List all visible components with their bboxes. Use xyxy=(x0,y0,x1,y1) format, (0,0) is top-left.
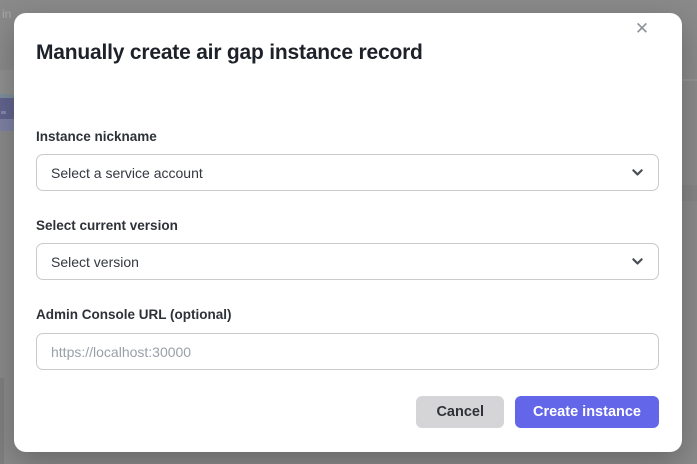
background-sidebar-subitem xyxy=(0,119,14,131)
cancel-button[interactable]: Cancel xyxy=(416,396,504,428)
background-right-band xyxy=(682,185,697,201)
create-air-gap-instance-modal: Manually create air gap instance record … xyxy=(14,13,682,452)
instance-nickname-label: Instance nickname xyxy=(36,129,157,144)
close-icon[interactable]: ✕ xyxy=(632,19,652,39)
background-left-strip xyxy=(0,378,4,464)
modal-button-row: Cancel Create instance xyxy=(416,396,659,428)
create-instance-button[interactable]: Create instance xyxy=(515,396,659,428)
chevron-down-icon xyxy=(631,166,644,179)
admin-console-url-label: Admin Console URL (optional) xyxy=(36,307,232,322)
modal-header: Manually create air gap instance record xyxy=(36,41,659,65)
background-sidebar-item xyxy=(0,98,14,119)
current-version-select[interactable]: Select version xyxy=(36,243,659,280)
background-text-fragment: in xyxy=(2,7,11,21)
current-version-label: Select current version xyxy=(36,218,178,233)
chevron-down-icon xyxy=(631,255,644,268)
instance-nickname-select[interactable]: Select a service account xyxy=(36,154,659,191)
modal-title: Manually create air gap instance record xyxy=(36,41,423,65)
current-version-select-value: Select version xyxy=(51,254,631,270)
background-band xyxy=(0,70,14,94)
instance-nickname-select-value: Select a service account xyxy=(51,165,631,181)
background-sidebar-dash xyxy=(1,111,6,114)
background-right-divider xyxy=(682,79,697,81)
admin-console-url-input[interactable] xyxy=(36,333,659,370)
